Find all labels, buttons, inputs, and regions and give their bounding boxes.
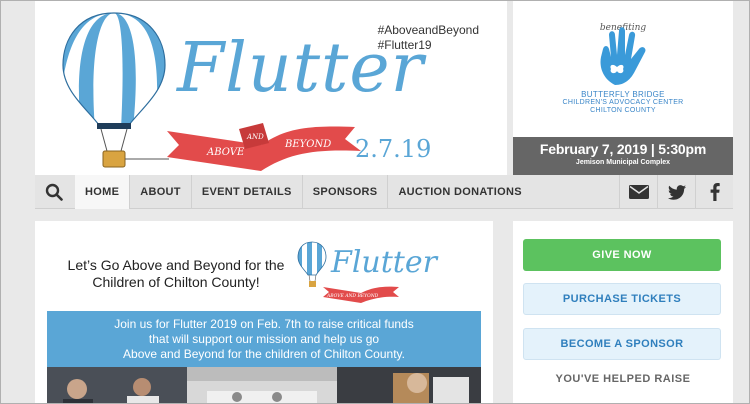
facebook-icon — [710, 183, 720, 201]
organization-name: BUTTERFLY BRIDGE CHILDREN'S ADVOCACY CEN… — [543, 91, 703, 115]
flutter-wordmark: Flutter — [177, 29, 425, 108]
ribbon-text-beyond: BEYOND — [284, 139, 331, 150]
main-navigation: HOME ABOUT EVENT DETAILS SPONSORS AUCTIO… — [35, 175, 733, 209]
promo-headline-line1: Let’s Go Above and Beyond for the — [67, 257, 285, 273]
event-photo-3[interactable] — [337, 367, 481, 404]
mini-flutter-wordmark: Flutter — [331, 245, 437, 280]
twitter-icon — [667, 184, 686, 200]
become-sponsor-button[interactable]: BECOME A SPONSOR — [523, 328, 721, 360]
butterfly-bridge-logo: benefiting BUTTERFLY BRIDGE CHILDREN'S A… — [543, 9, 703, 135]
nav-item-event-details[interactable]: EVENT DETAILS — [190, 175, 302, 209]
purchase-tickets-button[interactable]: PURCHASE TICKETS — [523, 283, 721, 315]
event-photo-1[interactable] — [47, 367, 187, 404]
mini-ribbon-text: ABOVE AND BEYOND — [326, 293, 379, 299]
event-photo-2[interactable] — [187, 367, 337, 404]
org-name-line3: CHILTON COUNTY — [590, 107, 656, 114]
nav-item-sponsors[interactable]: SPONSORS — [301, 175, 388, 209]
facebook-link[interactable] — [695, 175, 733, 209]
twitter-link[interactable] — [657, 175, 695, 209]
ribbon-text-above: ABOVE — [206, 147, 245, 158]
nav-item-auction-donations[interactable]: AUCTION DONATIONS — [387, 175, 531, 209]
promo-body-line2: that will support our mission and help u… — [148, 332, 380, 346]
org-name-line1: BUTTERFLY BRIDGE — [581, 90, 665, 99]
give-now-button[interactable]: GIVE NOW — [523, 239, 721, 271]
photo-strip — [47, 367, 481, 404]
event-date-time: February 7, 2019 | 5:30pm — [539, 141, 707, 157]
promo-body-line1: Join us for Flutter 2019 on Feb. 7th to … — [114, 317, 414, 331]
mini-ribbon: ABOVE AND BEYOND — [323, 286, 399, 303]
nav-item-home[interactable]: HOME — [75, 175, 130, 209]
benefiting-panel[interactable]: benefiting BUTTERFLY BRIDGE CHILDREN'S A… — [513, 1, 733, 175]
hot-air-balloon-illustration — [62, 12, 169, 168]
promo-message-box: Join us for Flutter 2019 on Feb. 7th to … — [47, 311, 481, 367]
social-links — [619, 175, 733, 209]
page-frame: #AboveandBeyond #Flutter19 Flutter ABOVE… — [0, 0, 750, 404]
nav-item-about[interactable]: ABOUT — [129, 175, 191, 209]
above-and-beyond-ribbon: ABOVE AND BEYOND — [167, 123, 361, 171]
header-banner[interactable]: #AboveandBeyond #Flutter19 Flutter ABOVE… — [35, 1, 507, 175]
event-venue: Jemison Municipal Complex — [575, 159, 671, 166]
event-date: 2.7.19 — [355, 135, 432, 163]
promo-body-line3: Above and Beyond for the children of Chi… — [123, 347, 405, 361]
email-icon — [628, 185, 649, 199]
donation-sidebar: GIVE NOW PURCHASE TICKETS BECOME A SPONS… — [513, 221, 733, 403]
ribbon-text-and: AND — [246, 133, 264, 141]
org-name-line2: CHILDREN'S ADVOCACY CENTER — [562, 99, 684, 106]
nav-menu: HOME ABOUT EVENT DETAILS SPONSORS AUCTIO… — [75, 175, 532, 209]
email-link[interactable] — [619, 175, 657, 209]
event-date-bar: February 7, 2019 | 5:30pm Jemison Munici… — [513, 137, 733, 175]
handprint-butterfly-icon — [600, 27, 646, 85]
search-icon — [45, 183, 63, 201]
promo-headline: Let’s Go Above and Beyond for the Childr… — [51, 257, 301, 291]
search-button[interactable] — [35, 175, 73, 209]
main-content: Let’s Go Above and Beyond for the Childr… — [35, 221, 493, 404]
helped-raise-heading: YOU'VE HELPED RAISE — [555, 373, 691, 385]
promo-headline-line2: Children of Chilton County! — [92, 274, 260, 290]
